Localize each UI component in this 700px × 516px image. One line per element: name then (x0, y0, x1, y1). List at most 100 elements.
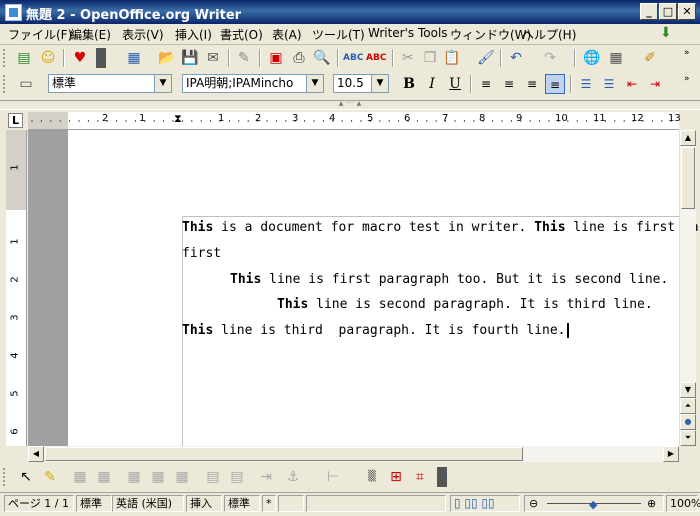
new-document-icon[interactable]: ▤ (14, 48, 34, 68)
previous-page-icon[interactable]: ⏶ (680, 398, 696, 414)
copy-icon[interactable]: ❐ (420, 48, 440, 68)
close-button[interactable]: ✕ (678, 3, 696, 20)
document-line[interactable]: This line is second paragraph. It is thi… (277, 297, 653, 312)
menu-table[interactable]: 表(A) (272, 26, 302, 43)
maximize-button[interactable]: □ (659, 3, 677, 20)
horizontal-scrollbar[interactable]: ◀ ▶ (28, 446, 679, 462)
status-signature[interactable] (278, 495, 304, 512)
status-language[interactable]: 英語 (米国) (112, 495, 184, 512)
status-zoom[interactable]: 100% (666, 495, 700, 512)
menu-view[interactable]: 表示(V) (122, 26, 164, 43)
menu-writers-tools[interactable]: Writer's Tools (368, 26, 448, 40)
wrap-through-icon[interactable]: ▦ (124, 467, 144, 487)
spellcheck-icon[interactable]: ABC (343, 48, 363, 68)
status-selection-mode[interactable]: 標準 (224, 495, 260, 512)
zoom-out-icon[interactable]: ⊖ (529, 496, 538, 511)
toolbar-overflow-icon[interactable] (437, 467, 447, 487)
zoom-in-icon[interactable]: ⊕ (647, 496, 656, 511)
menu-help[interactable]: ヘルプ(H) (522, 26, 576, 43)
status-insert-mode[interactable]: 挿入 (186, 495, 222, 512)
anchor-icon[interactable]: ⚓ (283, 467, 303, 487)
horizontal-ruler[interactable]: 2 1 1 2 3 4 5 6 7 8 9 10 11 12 13 ⧗ (28, 112, 681, 130)
align-right-icon[interactable]: ≡ (522, 74, 542, 94)
status-page[interactable]: ページ 1 / 1 (4, 495, 74, 512)
numbering-icon[interactable]: ☰ (576, 74, 596, 94)
edit-file-icon[interactable]: ✎ (234, 48, 254, 68)
open-icon[interactable]: 📂 (157, 48, 177, 68)
wrap-off-icon[interactable]: ▦ (70, 467, 90, 487)
wrap-page-icon[interactable]: ▦ (94, 467, 114, 487)
tab-stop-icon[interactable]: L (8, 113, 23, 128)
document-line[interactable]: This is a document for macro test in wri… (182, 220, 700, 235)
hyperlink-icon[interactable]: 🌐 (582, 48, 602, 68)
table-icon[interactable]: ▦ (606, 48, 626, 68)
paragraph-style-combo[interactable]: 標準 ▼ (48, 74, 172, 93)
bullets-icon[interactable]: ☰ (599, 74, 619, 94)
line-style-icon[interactable]: ⊢ (323, 467, 343, 487)
wrap-contour-icon[interactable]: ▦ (148, 467, 168, 487)
bold-button[interactable]: B (398, 74, 420, 94)
stylist-icon[interactable]: ▭ (16, 74, 36, 94)
redo-icon[interactable]: ↷ (540, 48, 560, 68)
zoom-slider[interactable]: ⊖ ◆ ⊕ (524, 495, 664, 512)
minimize-button[interactable]: _ (640, 3, 658, 20)
format-paintbrush-icon[interactable]: 🖌 (476, 48, 496, 68)
document-line[interactable]: This line is first paragraph too. But it… (230, 272, 668, 287)
bring-front-icon[interactable]: ▤ (203, 467, 223, 487)
italic-button[interactable]: I (421, 74, 443, 94)
navigation-icon[interactable]: ● (680, 414, 696, 430)
toolbar-grip[interactable] (3, 75, 9, 93)
email-icon[interactable]: ✉ (203, 48, 223, 68)
save-icon[interactable]: 💾 (180, 48, 200, 68)
paste-icon[interactable]: 📋 (442, 48, 462, 68)
show-draw-functions-icon[interactable]: ✐ (640, 48, 660, 68)
justify-icon[interactable]: ≡ (545, 74, 565, 94)
chevron-down-icon[interactable]: ▼ (306, 75, 323, 92)
frame-icon[interactable]: ⌗ (410, 467, 430, 487)
menu-window[interactable]: ウィンドウ(W) (450, 26, 531, 43)
align-center-icon[interactable]: ≡ (499, 74, 519, 94)
heart-icon[interactable]: ♥ (70, 48, 90, 68)
toolbar-more-icon[interactable]: » (684, 48, 694, 68)
smiley-icon[interactable]: ☺ (38, 48, 58, 68)
menu-edit[interactable]: 編集(E) (70, 26, 111, 43)
cut-icon[interactable]: ✂ (398, 48, 418, 68)
next-page-icon[interactable]: ⏷ (680, 430, 696, 446)
hscroll-thumb[interactable] (45, 447, 523, 461)
toolbar-splitter[interactable]: ▲ ····· ▲ (0, 100, 700, 110)
document-line[interactable]: first (182, 246, 221, 261)
toolbar-overflow-icon[interactable] (96, 48, 106, 68)
send-back-icon[interactable]: ▤ (227, 467, 247, 487)
edit-points-icon[interactable]: ✎ (40, 467, 60, 487)
font-size-combo[interactable]: 10.5 ▼ (333, 74, 389, 93)
menu-tools[interactable]: ツール(T) (312, 26, 365, 43)
scroll-down-icon[interactable]: ▼ (680, 382, 696, 398)
autospellcheck-icon[interactable]: ABC (366, 48, 386, 68)
toolbar-more-icon[interactable]: » (684, 74, 694, 94)
view-layout-icons[interactable]: ▯ ▯▯ ▯▯ (450, 495, 520, 512)
new-icon[interactable]: ▦ (124, 48, 144, 68)
toolbar-grip[interactable] (3, 468, 9, 486)
underline-button[interactable]: U (444, 74, 466, 94)
chevron-down-icon[interactable]: ▼ (154, 75, 171, 92)
menu-format[interactable]: 書式(O) (220, 26, 263, 43)
print-preview-icon[interactable]: 🔍 (312, 48, 332, 68)
helplines-icon[interactable]: ⊞ (386, 467, 406, 487)
chevron-down-icon[interactable]: ▼ (371, 75, 388, 92)
align-objects-icon[interactable]: ⇥ (256, 467, 276, 487)
align-left-icon[interactable]: ≡ (476, 74, 496, 94)
status-page-style[interactable]: 標準 (76, 495, 112, 512)
wrap-optimal-icon[interactable]: ▦ (172, 467, 192, 487)
vertical-scrollbar[interactable]: ▲ ▼ ⏶ ● ⏷ (679, 130, 696, 446)
decrease-indent-icon[interactable]: ⇤ (622, 74, 642, 94)
zoom-thumb[interactable]: ◆ (589, 497, 597, 512)
document-line[interactable]: This line is third paragraph. It is four… (182, 323, 569, 338)
scroll-thumb[interactable] (681, 147, 695, 209)
scroll-up-icon[interactable]: ▲ (680, 130, 696, 146)
scroll-left-icon[interactable]: ◀ (28, 446, 44, 462)
font-name-combo[interactable]: IPA明朝;IPAMincho ▼ (182, 74, 324, 93)
menu-insert[interactable]: 挿入(I) (175, 26, 212, 43)
grid-icon[interactable]: ▒ (362, 467, 382, 487)
status-modified[interactable]: * (262, 495, 276, 512)
export-pdf-icon[interactable]: ▣ (266, 48, 286, 68)
